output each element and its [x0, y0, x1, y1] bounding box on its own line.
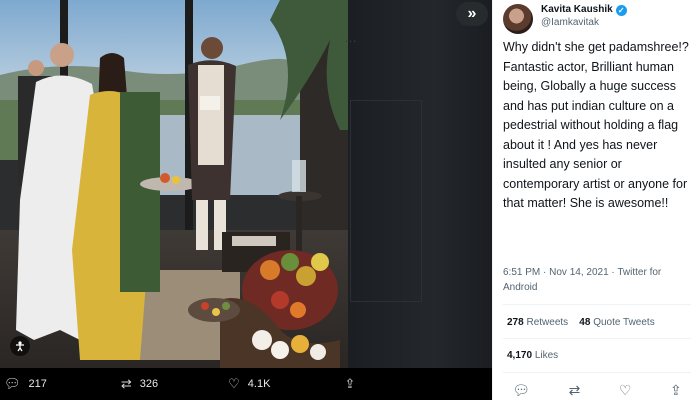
divider — [503, 338, 691, 339]
verified-badge-icon: ✓ — [615, 5, 627, 16]
retweets-count: 278 — [507, 317, 524, 328]
author-handle[interactable]: @Iamkavitak — [541, 17, 599, 28]
heart-icon: ♡ — [228, 376, 240, 391]
heart-icon[interactable]: ♡ — [619, 382, 632, 399]
tweet-actions: 💬︎ ⇄ ♡ ⇪ — [493, 380, 700, 400]
tweet-metadata: 6:51 PM · Nov 14, 2021 · Twitter for And… — [503, 267, 662, 293]
share-icon: ⇪ — [344, 376, 356, 391]
retweet-count: 326 — [139, 378, 159, 390]
divider — [503, 372, 691, 373]
chevrons-right-icon: » — [467, 5, 477, 22]
retweets-label: Retweets — [526, 317, 569, 328]
quote-tweets-stat[interactable]: 48 Quote Tweets — [579, 317, 654, 328]
tweet-date[interactable]: Nov 14, 2021 — [549, 267, 609, 278]
quote-count: 48 — [579, 317, 591, 328]
retweet-icon[interactable]: ⇄ — [569, 382, 581, 399]
engagement-stats: 278 Retweets 48 Quote Tweets — [507, 317, 655, 328]
reply-count: 217 — [28, 378, 47, 390]
alt-text-badge[interactable] — [10, 336, 30, 356]
retweet-icon: ⇄ — [120, 376, 132, 391]
likes-count: 4,170 — [507, 350, 533, 361]
tweet-text: Why didn't she get padamshree!? Fantasti… — [503, 40, 689, 210]
reply-icon[interactable]: 💬︎ — [512, 382, 530, 399]
share-icon[interactable]: ⇪ — [670, 382, 682, 399]
reply-action[interactable]: 💬︎ 217 — [4, 376, 47, 392]
divider — [503, 304, 691, 305]
dimmed-background: … — [344, 0, 492, 368]
ghost-text: … — [344, 30, 357, 45]
author-name-row[interactable]: Kavita Kaushik ✓ — [541, 4, 627, 16]
share-action[interactable]: ⇪ — [344, 376, 363, 392]
likes-stat[interactable]: 4,170 Likes — [507, 350, 558, 361]
tweet-photo[interactable] — [0, 0, 348, 368]
media-viewer: … » 💬︎ 217 ⇄ 326 ♡ 4.1K ⇪ — [0, 0, 492, 400]
media-action-bar: 💬︎ 217 ⇄ 326 ♡ 4.1K ⇪ — [0, 368, 492, 400]
like-action[interactable]: ♡ 4.1K — [228, 376, 270, 392]
tweet-time[interactable]: 6:51 PM — [503, 267, 540, 278]
retweets-stat[interactable]: 278 Retweets — [507, 317, 568, 328]
quote-label: Quote Tweets — [593, 317, 655, 328]
accessibility-icon — [16, 341, 24, 352]
author-name: Kavita Kaushik — [541, 4, 613, 15]
collapse-panel-button[interactable]: » — [456, 2, 488, 26]
retweet-action[interactable]: ⇄ 326 — [121, 376, 158, 392]
like-count: 4.1K — [247, 378, 271, 390]
likes-label: Likes — [534, 350, 559, 361]
reply-icon: 💬︎ — [4, 376, 21, 391]
ghost-card — [350, 100, 422, 302]
tweet-detail-panel: Kavita Kaushik ✓ @Iamkavitak Why didn't s… — [492, 0, 700, 400]
avatar[interactable] — [503, 4, 533, 34]
photo-illustration — [0, 0, 348, 368]
